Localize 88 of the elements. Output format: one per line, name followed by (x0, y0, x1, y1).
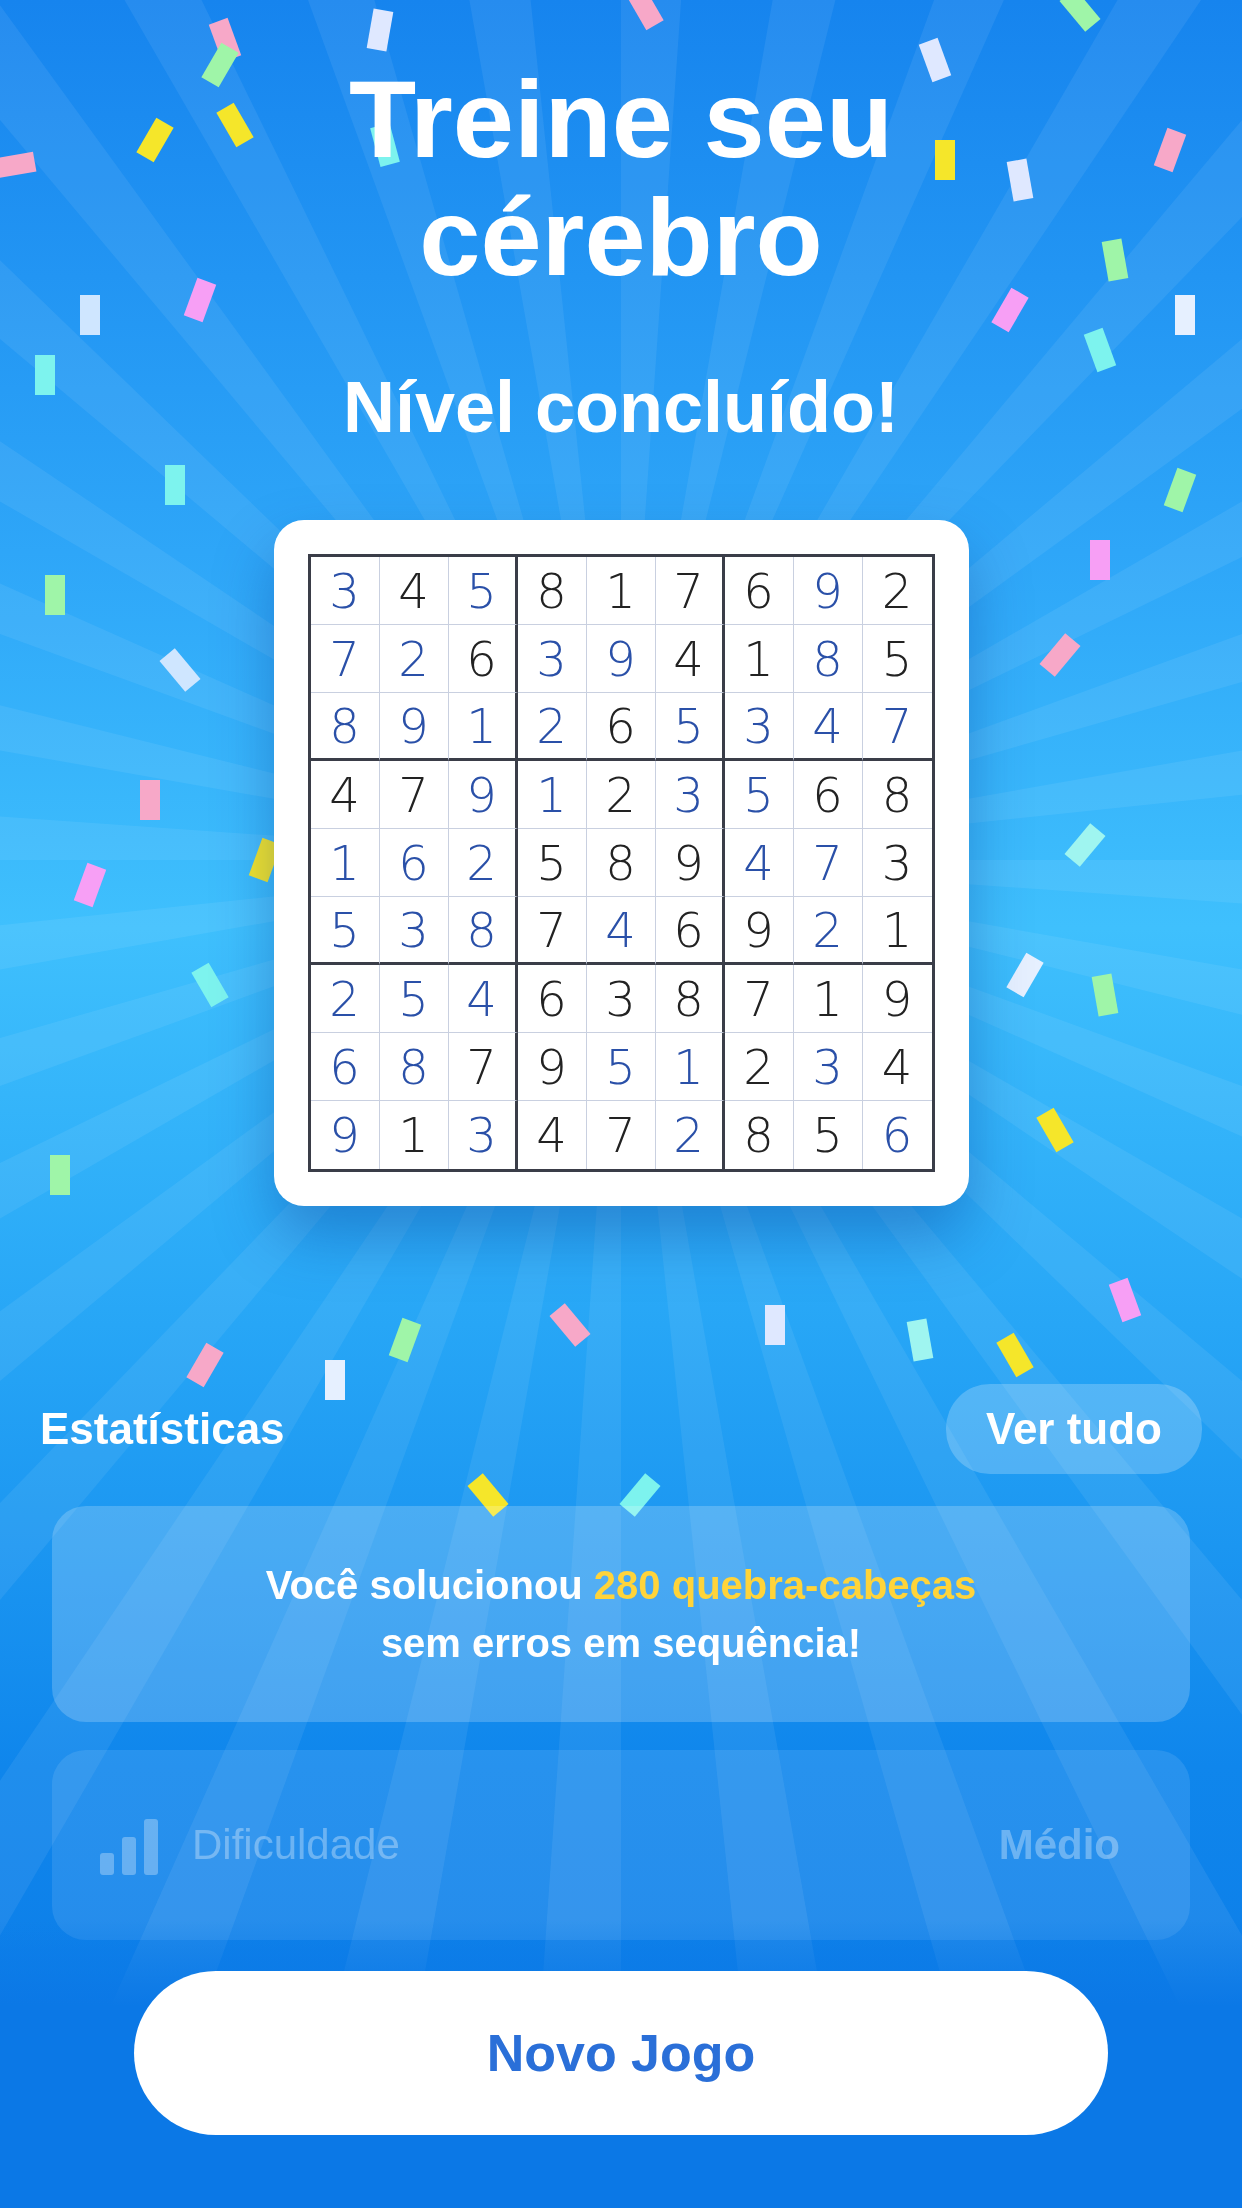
sudoku-cell: 2 (862, 557, 932, 625)
sudoku-cell: 8 (724, 1101, 794, 1169)
title: Treine seu cérebro (347, 60, 895, 296)
sudoku-cell: 2 (793, 897, 863, 965)
sudoku-cell: 1 (586, 557, 656, 625)
sudoku-cell: 4 (724, 829, 794, 897)
sudoku-cell: 1 (448, 693, 518, 761)
sudoku-cell: 3 (724, 693, 794, 761)
sudoku-cell: 6 (724, 557, 794, 625)
sudoku-cell: 4 (793, 693, 863, 761)
sudoku-cell: 2 (448, 829, 518, 897)
sudoku-cell: 1 (862, 897, 932, 965)
sudoku-cell: 5 (793, 1101, 863, 1169)
sudoku-cell-text: 6 (880, 1106, 914, 1165)
streak-message: Você solucionou 280 quebra-cabeças sem erros em sequência! (52, 1506, 1190, 1722)
sudoku-cell: 5 (379, 965, 449, 1033)
sudoku-cell: 3 (862, 829, 932, 897)
sudoku-cell: 4 (448, 965, 518, 1033)
sudoku-cell: 4 (862, 1033, 932, 1101)
sudoku-cell: 5 (862, 625, 932, 693)
sudoku-cell: 9 (793, 557, 863, 625)
sudoku-cell: 8 (586, 829, 656, 897)
sudoku-cell: 3 (310, 557, 380, 625)
sudoku-cell: 9 (655, 829, 725, 897)
sudoku-cell: 7 (724, 965, 794, 1033)
sudoku-cell: 4 (655, 625, 725, 693)
sudoku-cell: 1 (655, 1033, 725, 1101)
sudoku-cell: 6 (448, 625, 518, 693)
sudoku-cell: 3 (586, 965, 656, 1033)
sudoku-cell: 4 (379, 557, 449, 625)
sudoku-cell: 8 (379, 1033, 449, 1101)
sudoku-cell: 5 (448, 557, 518, 625)
sudoku-cell: 7 (448, 1033, 518, 1101)
sudoku-cell: 1 (310, 829, 380, 897)
sudoku-cell: 2 (379, 625, 449, 693)
sudoku-cell: 1 (793, 965, 863, 1033)
sudoku-cell: 9 (310, 1101, 380, 1169)
sudoku-cell: 6 (517, 965, 587, 1033)
sudoku-cell: 5 (517, 829, 587, 897)
sudoku-cell: 4 (517, 1101, 587, 1169)
sudoku-cell: 8 (793, 625, 863, 693)
sudoku-cell: 8 (517, 557, 587, 625)
sudoku-cell: 9 (586, 625, 656, 693)
sudoku-cell: 3 (379, 897, 449, 965)
sudoku-cell: 8 (310, 693, 380, 761)
sudoku-cell: 9 (862, 965, 932, 1033)
new-game-button[interactable]: Novo Jogo (134, 1971, 1108, 2135)
sudoku-cell: 7 (310, 625, 380, 693)
sudoku-cell: 1 (379, 1101, 449, 1169)
sudoku-cell: 9 (448, 761, 518, 829)
sudoku-cell: 5 (586, 1033, 656, 1101)
sudoku-cell: 6 (793, 761, 863, 829)
sudoku-cell: 7 (379, 761, 449, 829)
sudoku-cell: 8 (862, 761, 932, 829)
sudoku-cell: 9 (517, 1033, 587, 1101)
sudoku-cell: 5 (310, 897, 380, 965)
sudoku-cell: 3 (517, 625, 587, 693)
sudoku-cell: 6 (310, 1033, 380, 1101)
sudoku-cell: 2 (724, 1033, 794, 1101)
sudoku-cell: 6 (655, 897, 725, 965)
sudoku-cell: 4 (586, 897, 656, 965)
sudoku-cell: 7 (517, 897, 587, 965)
sudoku-cell: 7 (793, 829, 863, 897)
sudoku-cell: 3 (448, 1101, 518, 1169)
sudoku-cell: 9 (379, 693, 449, 761)
sudoku-cell: 3 (793, 1033, 863, 1101)
stats-label: Estatísticas (40, 1404, 285, 1454)
sudoku-cell: 5 (655, 693, 725, 761)
sudoku-cell: 2 (310, 965, 380, 1033)
sudoku-cell: 1 (724, 625, 794, 693)
sudoku-cell: 7 (655, 557, 725, 625)
sudoku-cell: 9 (724, 897, 794, 965)
stat-value: Médio (998, 1821, 1120, 1869)
stat-label: Dificuldade (192, 1821, 401, 1869)
sudoku-cell: 2 (586, 761, 656, 829)
sudoku-cell: 3 (655, 761, 725, 829)
sudoku-cell: 8 (655, 965, 725, 1033)
sudoku-cell: 2 (655, 1101, 725, 1169)
sudoku-cell: 6 (586, 693, 656, 761)
sudoku-cell: 7 (862, 693, 932, 761)
sudoku-cell: 2 (517, 693, 587, 761)
sudoku-cell: 8 (448, 897, 518, 965)
sudoku-cell: 1 (517, 761, 587, 829)
sudoku-cell: 7 (586, 1101, 656, 1169)
sudoku-cell: 4 (310, 761, 380, 829)
level-complete-heading: Nível concluído! (342, 366, 900, 448)
sudoku-cell: 5 (724, 761, 794, 829)
sudoku-cell: 6 (379, 829, 449, 897)
